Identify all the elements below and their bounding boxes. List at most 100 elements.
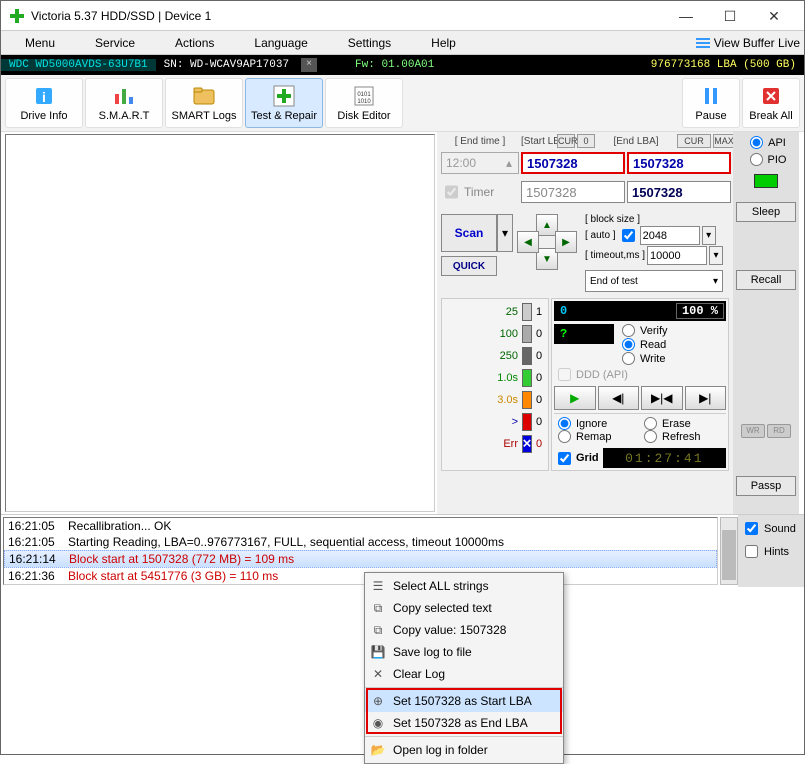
read-radio[interactable]: Read [618, 338, 726, 351]
menu-actions[interactable]: Actions [155, 31, 234, 55]
end-lba-label: [End LBA] [597, 136, 675, 147]
pio-radio[interactable]: PIO [746, 153, 787, 166]
blocksize-input[interactable] [640, 226, 700, 245]
menu-menu[interactable]: Menu [5, 31, 75, 55]
nav-left-button[interactable]: ◀ [517, 231, 539, 253]
smart-logs-button[interactable]: SMART Logs [165, 78, 243, 128]
drive-info-button[interactable]: i Drive Info [5, 78, 83, 128]
log-row[interactable]: 16:21:05Recallibration... OK [4, 518, 717, 534]
log-row[interactable]: 16:21:05Starting Reading, LBA=0..9767731… [4, 534, 717, 550]
minimize-button[interactable]: — [664, 2, 708, 30]
ctx-copy-selected[interactable]: ⧉Copy selected text [365, 597, 563, 619]
play-button[interactable]: ▶ [554, 386, 596, 410]
wr-led-icon: WR [741, 424, 765, 438]
ddd-checkbox[interactable]: DDD (API) [554, 368, 726, 381]
verify-radio[interactable]: Verify [618, 324, 726, 337]
grid-checkbox[interactable]: Grid [554, 452, 599, 465]
passp-button[interactable]: Passp [736, 476, 796, 496]
ctx-set-start-lba[interactable]: ⊕Set 1507328 as Start LBA [365, 690, 563, 712]
auto-checkbox[interactable] [622, 229, 635, 242]
ctx-save-log[interactable]: 💾Save log to file [365, 641, 563, 663]
save-icon: 💾 [369, 645, 387, 659]
end-of-test-select[interactable]: End of test▾ [585, 270, 723, 292]
maximize-button[interactable]: ☐ [708, 2, 752, 30]
timer-checkbox[interactable] [445, 181, 458, 203]
start-lba-input[interactable] [521, 152, 625, 174]
pause-button[interactable]: Pause [682, 78, 740, 128]
ctx-clear-log[interactable]: ✕Clear Log [365, 663, 563, 685]
stat-label: > [488, 416, 518, 428]
firmware-label: Fw: 01.00A01 [347, 59, 442, 71]
scan-button[interactable]: Scan [441, 214, 497, 252]
log-table[interactable]: 16:21:05Recallibration... OK 16:21:05Sta… [3, 517, 718, 585]
log-scrollbar[interactable] [720, 517, 738, 585]
chevron-down-icon[interactable]: ▾ [702, 226, 716, 245]
erase-radio[interactable]: Erase [640, 417, 726, 430]
close-button[interactable]: ✕ [752, 2, 796, 30]
nav-right-button[interactable]: ▶ [555, 231, 577, 253]
ctx-select-all[interactable]: ☰Select ALL strings [365, 575, 563, 597]
cur-end-button[interactable]: CUR [677, 134, 711, 148]
quick-button-label: QUICK [453, 261, 485, 272]
disk-editor-button[interactable]: 01011010 Disk Editor [325, 78, 403, 128]
stat-bar-icon [522, 347, 532, 365]
menu-language[interactable]: Language [234, 31, 327, 55]
view-buffer-live[interactable]: View Buffer Live [696, 36, 800, 50]
quick-button[interactable]: QUICK [441, 256, 497, 276]
cur-start-button[interactable]: CUR [557, 134, 575, 148]
step-fwd-button[interactable]: ▶| [685, 386, 727, 410]
step-back-button[interactable]: ◀| [598, 386, 640, 410]
timeout-input[interactable] [647, 246, 707, 265]
log-row[interactable]: 16:21:14Block start at 1507328 (772 MB) … [4, 550, 717, 568]
graph-area [5, 134, 435, 512]
max-button[interactable]: MAX [713, 134, 735, 148]
menubar: Menu Service Actions Language Settings H… [1, 31, 804, 55]
end-lba-input[interactable] [627, 152, 731, 174]
zero-button[interactable]: 0 [577, 134, 595, 148]
speed-value: ? [560, 327, 567, 341]
ctx-open-folder[interactable]: 📂Open log in folder [365, 739, 563, 761]
stat-label: 1.0s [488, 372, 518, 384]
checkbox-label: Sound [764, 523, 796, 535]
write-radio[interactable]: Write [618, 352, 726, 365]
radio-label: API [768, 137, 786, 149]
smart-button[interactable]: S.M.A.R.T [85, 78, 163, 128]
skip-forward-button[interactable]: ▶|◀ [641, 386, 683, 410]
break-all-button[interactable]: Break All [742, 78, 800, 128]
log-message: Block start at 1507328 (772 MB) = 109 ms [69, 552, 712, 566]
select-all-icon: ☰ [369, 579, 387, 593]
chevron-down-icon[interactable]: ▾ [709, 246, 723, 265]
log-row[interactable]: 16:21:36Block start at 5451776 (3 GB) = … [4, 568, 717, 584]
end-time-input[interactable]: 12:00▴ [441, 152, 519, 174]
stat-bar-icon [522, 325, 532, 343]
app-icon [9, 8, 25, 24]
recall-button[interactable]: Recall [736, 270, 796, 290]
toolbar-label: Test & Repair [251, 110, 317, 122]
toolbar-label: Drive Info [20, 110, 67, 122]
end-lba2-input[interactable] [627, 181, 731, 203]
hints-checkbox[interactable]: Hints [741, 542, 801, 561]
radio-label: Write [640, 353, 665, 365]
context-menu: ☰Select ALL strings ⧉Copy selected text … [364, 572, 564, 764]
target-plus-icon: ⊕ [369, 694, 387, 708]
copy-value-icon: ⧉ [369, 623, 387, 638]
ctx-copy-value[interactable]: ⧉Copy value: 1507328 [365, 619, 563, 641]
scrollbar-thumb[interactable] [722, 530, 736, 580]
refresh-radio[interactable]: Refresh [640, 430, 726, 443]
menu-settings[interactable]: Settings [328, 31, 411, 55]
api-radio[interactable]: API [746, 136, 786, 149]
plus-box-icon [272, 84, 296, 108]
test-repair-button[interactable]: Test & Repair [245, 78, 323, 128]
sn-clear-button[interactable]: × [301, 58, 317, 72]
menu-service[interactable]: Service [75, 31, 155, 55]
ignore-radio[interactable]: Ignore [554, 417, 640, 430]
sound-checkbox[interactable]: Sound [741, 519, 801, 538]
scan-dropdown-button[interactable]: ▾ [497, 214, 513, 252]
scan-panel: [ End time ] [Start LBA] CUR 0 [End LBA]… [437, 132, 733, 514]
start-lba2-input[interactable] [521, 181, 625, 203]
remap-radio[interactable]: Remap [554, 430, 640, 443]
sleep-button[interactable]: Sleep [736, 202, 796, 222]
capacity-label: 976773168 LBA (500 GB) [643, 59, 804, 71]
ctx-set-end-lba[interactable]: ◉Set 1507328 as End LBA [365, 712, 563, 734]
menu-help[interactable]: Help [411, 31, 476, 55]
